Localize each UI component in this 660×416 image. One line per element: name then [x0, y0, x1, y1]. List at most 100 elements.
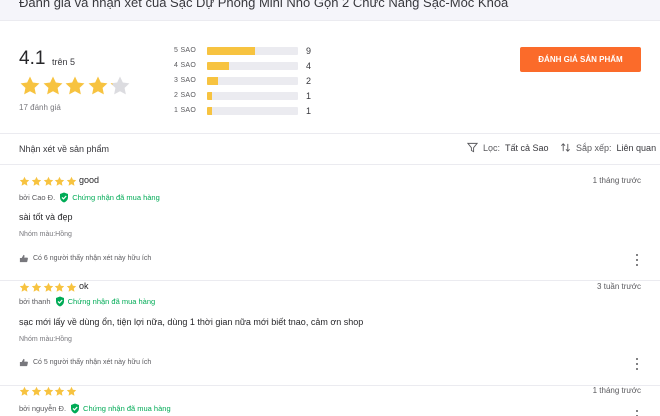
rating-bar-2[interactable]: 2 SAO 1 — [174, 90, 324, 105]
write-review-button[interactable]: ĐÁNH GIÁ SẢN PHẨM — [520, 47, 641, 72]
star-icon — [31, 282, 42, 292]
rating-bar-fill — [207, 62, 229, 70]
helpful-button[interactable]: Có 5 người thấy nhận xét này hữu ích — [19, 358, 151, 367]
verified-shield-icon — [71, 403, 80, 414]
star-icon — [88, 76, 108, 95]
review-time: 1 tháng trước — [592, 386, 641, 395]
review-item: ok 3 tuần trước bởi thanh Chứng nhận đã … — [0, 281, 660, 386]
more-options-icon[interactable] — [633, 410, 641, 416]
verified-label: Chứng nhận đã mua hàng — [72, 193, 160, 202]
review-body: sạc mới lấy về dùng ổn, tiện lợi nữa, dù… — [19, 317, 364, 327]
verified-purchase: Chứng nhận đã mua hàng — [55, 296, 156, 307]
rating-bar-count: 1 — [306, 91, 312, 101]
rating-bar-fill — [207, 92, 213, 100]
rating-bar-3[interactable]: 3 SAO 2 — [174, 75, 324, 90]
rating-bar-count: 4 — [306, 61, 312, 71]
rating-bar-5[interactable]: 5 SAO 9 — [174, 45, 324, 60]
review-item: 1 tháng trước bởi nguyễn Đ. Chứng nhận đ… — [0, 386, 660, 416]
more-options-icon[interactable] — [633, 358, 641, 370]
review-stars — [19, 282, 78, 293]
review-body: sài tốt và đẹp — [19, 212, 73, 222]
star-icon — [19, 282, 30, 292]
filter-label: Lọc: — [483, 142, 501, 153]
star-icon — [66, 282, 77, 292]
rating-summary: 4.1 trên 5 17 đánh giá 5 SAO 9 4 SAO 4 3… — [0, 21, 660, 133]
review-author: bởi thanh — [19, 297, 51, 306]
rating-bar-count: 1 — [306, 106, 312, 116]
reviews-card: 4.1 trên 5 17 đánh giá 5 SAO 9 4 SAO 4 3… — [0, 20, 660, 416]
review-variant: Nhóm màu:Hồng — [19, 231, 72, 238]
sort-dropdown[interactable]: Sắp xếp: Liên quan — [560, 142, 656, 153]
thumbs-up-icon — [19, 254, 28, 263]
review-stars — [19, 176, 78, 187]
filter-value: Tất cả Sao — [505, 142, 549, 153]
page-title: Đánh giá và nhận xét của Sạc Dự Phòng Mi… — [19, 0, 509, 10]
rating-bar-track — [207, 47, 298, 55]
star-icon — [55, 176, 65, 186]
rating-bar-label: 5 SAO — [174, 47, 197, 54]
review-time: 1 tháng trước — [592, 176, 641, 185]
filter-icon — [467, 142, 478, 153]
star-icon — [55, 386, 65, 396]
review-filter-bar: Nhận xét về sản phẩm Lọc: Tất cả Sao Sắp… — [0, 133, 660, 165]
star-filter-dropdown[interactable]: Lọc: Tất cả Sao — [467, 142, 549, 153]
star-icon — [31, 176, 42, 186]
review-author-line: bởi nguyễn Đ. Chứng nhận đã mua hàng — [19, 403, 171, 414]
thumbs-up-icon — [19, 358, 28, 367]
rating-bar-1[interactable]: 1 SAO 1 — [174, 105, 324, 120]
star-icon — [19, 176, 30, 186]
rating-bar-fill — [207, 47, 256, 55]
rating-bar-track — [207, 107, 298, 115]
star-icon — [43, 386, 53, 396]
verified-label: Chứng nhận đã mua hàng — [67, 297, 156, 306]
star-icon — [19, 386, 30, 396]
verified-label: Chứng nhận đã mua hàng — [83, 404, 171, 413]
rating-bar-label: 2 SAO — [174, 92, 197, 99]
review-title: good — [79, 175, 100, 185]
rating-bar-label: 3 SAO — [174, 77, 197, 84]
rating-bar-track — [207, 62, 298, 70]
review-time: 3 tuần trước — [597, 282, 641, 291]
rating-bar-fill — [207, 77, 218, 85]
review-stars — [19, 386, 78, 397]
average-rating: 4.1 — [19, 48, 46, 69]
star-icon — [66, 386, 77, 396]
review-title: ok — [79, 281, 89, 291]
rating-bar-4[interactable]: 4 SAO 4 — [174, 60, 324, 75]
helpful-count: Có 5 người thấy nhận xét này hữu ích — [33, 359, 152, 366]
verified-purchase: Chứng nhận đã mua hàng — [59, 192, 160, 203]
rating-bar-label: 4 SAO — [174, 62, 197, 69]
sort-label: Sắp xếp: — [576, 142, 612, 153]
star-icon — [110, 76, 130, 95]
verified-shield-icon — [55, 296, 64, 307]
sort-icon — [561, 143, 570, 152]
page-header: Đánh giá và nhận xét của Sạc Dự Phòng Mi… — [0, 0, 660, 20]
review-author-line: bởi thanh Chứng nhận đã mua hàng — [19, 296, 155, 307]
rating-bar-count: 2 — [306, 76, 312, 86]
more-options-icon[interactable] — [633, 254, 641, 266]
helpful-button[interactable]: Có 6 người thấy nhận xét này hữu ích — [19, 254, 151, 263]
verified-purchase: Chứng nhận đã mua hàng — [70, 403, 171, 414]
helpful-count: Có 6 người thấy nhận xét này hữu ích — [33, 255, 152, 262]
verified-shield-icon — [60, 192, 69, 203]
star-icon — [20, 76, 40, 95]
star-icon — [66, 176, 77, 186]
review-count: 17 đánh giá — [19, 103, 61, 112]
rating-bar-count: 9 — [306, 46, 312, 56]
review-author: bởi nguyễn Đ. — [19, 404, 67, 413]
star-icon — [31, 386, 42, 396]
star-icon — [65, 76, 85, 95]
star-icon — [43, 282, 53, 292]
rating-distribution: 5 SAO 9 4 SAO 4 3 SAO 2 2 SAO 1 1 SAO 1 — [174, 45, 324, 120]
star-icon — [43, 176, 53, 186]
average-rating-suffix: trên 5 — [52, 57, 76, 67]
star-icon — [43, 76, 63, 95]
star-icon — [55, 282, 65, 292]
rating-bar-track — [207, 77, 298, 85]
review-item: good 1 tháng trước bởi Cao Đ. Chứng nhận… — [0, 175, 660, 281]
average-stars — [19, 75, 132, 99]
review-variant: Nhóm màu:Hồng — [19, 336, 72, 343]
rating-bar-fill — [207, 107, 213, 115]
sort-value: Liên quan — [616, 142, 657, 153]
review-author-line: bởi Cao Đ. Chứng nhận đã mua hàng — [19, 192, 160, 203]
